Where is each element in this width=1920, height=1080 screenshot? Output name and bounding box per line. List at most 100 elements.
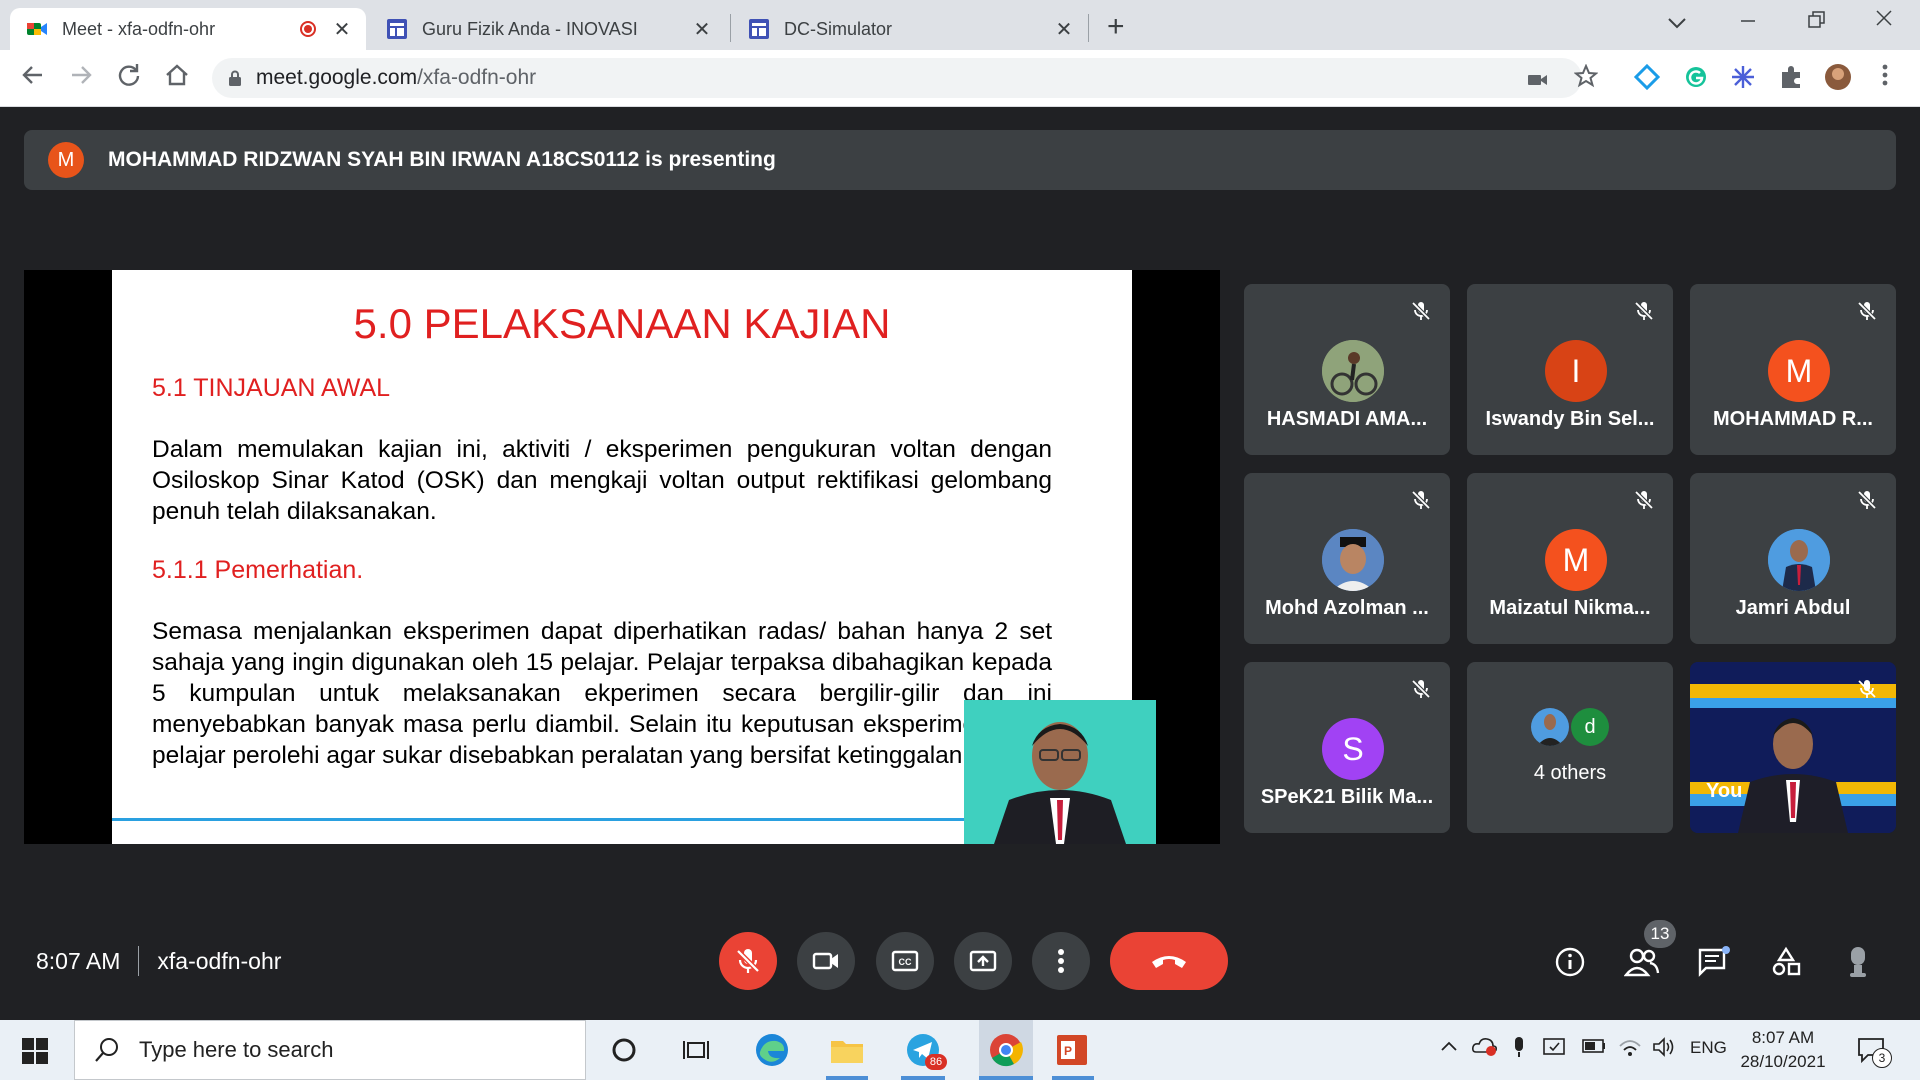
meeting-details: 8:07 AM xfa-odfn-ohr <box>36 946 281 976</box>
participant-avatar: M <box>1768 340 1830 402</box>
battery-icon[interactable] <box>1580 1038 1606 1059</box>
tab-guru-fizik[interactable]: Guru Fizik Anda - INOVASI ✕ <box>370 8 726 50</box>
others-avatar: d <box>1571 708 1609 746</box>
close-window-icon[interactable] <box>1874 8 1894 34</box>
wifi-icon[interactable] <box>1618 1036 1642 1063</box>
clock-date: 28/10/2021 <box>1740 1052 1826 1071</box>
tab-search-chevron-icon[interactable] <box>1667 10 1687 36</box>
volume-icon[interactable] <box>1652 1036 1676 1063</box>
extension-snowflake-icon[interactable] <box>1730 64 1756 90</box>
task-view-icon[interactable] <box>676 1032 716 1068</box>
reload-icon[interactable] <box>116 62 142 95</box>
url-text: meet.google.com/xfa-odfn-ohr <box>256 66 536 90</box>
muted-mic-icon <box>1634 490 1654 510</box>
chat-button[interactable] <box>1696 944 1732 980</box>
lock-icon <box>229 70 241 86</box>
cortana-icon[interactable] <box>604 1032 644 1068</box>
edge-browser-icon[interactable] <box>752 1032 792 1068</box>
system-clock[interactable]: 8:07 AM 28/10/2021 <box>1724 1026 1842 1074</box>
extensions-puzzle-icon[interactable] <box>1778 64 1804 90</box>
toggle-camera-button[interactable] <box>797 932 855 990</box>
participant-tile[interactable]: I Iswandy Bin Sel... <box>1467 284 1673 455</box>
close-tab-icon[interactable]: ✕ <box>1054 17 1074 42</box>
forward-arrow-icon[interactable] <box>68 62 94 95</box>
address-bar[interactable]: meet.google.com/xfa-odfn-ohr <box>212 58 1582 98</box>
telegram-icon[interactable]: 86 <box>903 1032 947 1070</box>
meeting-code: xfa-odfn-ohr <box>157 947 282 974</box>
people-button[interactable] <box>1624 944 1660 980</box>
google-meet-icon <box>27 23 47 35</box>
restore-window-icon[interactable] <box>1807 10 1827 36</box>
participant-tile[interactable]: M Maizatul Nikma... <box>1467 473 1673 644</box>
tab-meet[interactable]: Meet - xfa-odfn-ohr ✕ <box>10 8 366 50</box>
slide-paragraph: Semasa menjalankan eksperimen dapat dipe… <box>152 618 1052 769</box>
participant-tile[interactable]: M MOHAMMAD R... <box>1690 284 1896 455</box>
show-hidden-icons-chevron-icon[interactable] <box>1440 1038 1458 1058</box>
chrome-icon[interactable] <box>979 1020 1033 1080</box>
google-sites-icon <box>387 19 407 39</box>
profile-avatar[interactable] <box>1825 64 1851 90</box>
muted-mic-icon <box>1634 301 1654 321</box>
people-count-badge: 13 <box>1644 920 1676 948</box>
camera-in-use-icon[interactable] <box>1527 68 1549 94</box>
close-tab-icon[interactable]: ✕ <box>332 17 352 42</box>
browser-menu-dots-icon[interactable] <box>1880 62 1890 94</box>
taskbar-active-indicator <box>901 1076 945 1080</box>
participant-tile[interactable]: S SPeK21 Bilik Ma... <box>1244 662 1450 833</box>
windows-start-icon[interactable] <box>22 1038 48 1064</box>
svg-text:P: P <box>1064 1044 1072 1058</box>
toggle-mic-button[interactable] <box>719 932 777 990</box>
host-controls-button[interactable] <box>1840 944 1876 980</box>
participant-name: Iswandy Bin Sel... <box>1485 408 1655 430</box>
info-icon <box>1555 947 1585 977</box>
captions-button[interactable]: CC <box>876 932 934 990</box>
new-tab-plus-icon[interactable]: + <box>1107 10 1125 44</box>
divider <box>138 946 140 976</box>
people-icon <box>1624 948 1660 977</box>
browser-tab-strip: Meet - xfa-odfn-ohr ✕ Guru Fizik Anda - … <box>0 0 1920 50</box>
present-screen-icon <box>969 950 997 972</box>
participant-avatar: M <box>1545 529 1607 591</box>
video-camera-icon <box>812 952 838 970</box>
self-video-tile[interactable]: You <box>1690 662 1896 833</box>
participant-tile[interactable]: Mohd Azolman ... <box>1244 473 1450 644</box>
present-now-button[interactable] <box>954 932 1012 990</box>
tab-dc-simulator[interactable]: DC-Simulator ✕ <box>732 8 1088 50</box>
notifications-icon[interactable]: 3 <box>1856 1036 1892 1069</box>
hang-up-icon <box>1152 956 1186 968</box>
input-language[interactable]: ENG <box>1690 1038 1727 1058</box>
activities-button[interactable] <box>1768 944 1804 980</box>
powerpoint-icon[interactable]: P <box>1052 1032 1092 1068</box>
lock-person-icon <box>1850 947 1866 977</box>
meeting-info-button[interactable] <box>1552 944 1588 980</box>
close-tab-icon[interactable]: ✕ <box>692 17 712 42</box>
telegram-unread-badge: 86 <box>925 1054 947 1070</box>
presenter-figure <box>994 722 1126 844</box>
url-domain: meet.google.com <box>256 66 418 89</box>
muted-mic-icon <box>1857 490 1877 510</box>
participant-name: Maizatul Nikma... <box>1489 597 1651 619</box>
others-label: 4 others <box>1533 762 1607 784</box>
home-icon[interactable] <box>164 62 190 95</box>
google-sites-icon <box>749 19 769 39</box>
extension-grammar-icon[interactable] <box>1683 64 1709 90</box>
bookmark-star-icon[interactable] <box>1573 63 1599 94</box>
more-options-button[interactable] <box>1032 932 1090 990</box>
file-explorer-icon[interactable] <box>827 1032 867 1068</box>
others-tile[interactable]: d 4 others <box>1467 662 1673 833</box>
participant-name: Jamri Abdul <box>1735 597 1851 619</box>
microphone-tray-icon[interactable] <box>1512 1036 1526 1063</box>
tab-title: Guru Fizik Anda - INOVASI <box>422 18 638 39</box>
minimize-window-icon[interactable] <box>1738 8 1758 34</box>
presenting-text: MOHAMMAD RIDZWAN SYAH BIN IRWAN A18CS011… <box>108 148 776 171</box>
onedrive-error-icon[interactable] <box>1472 1036 1498 1061</box>
back-arrow-icon[interactable] <box>20 62 46 95</box>
security-tray-icon[interactable] <box>1542 1036 1568 1063</box>
taskbar-active-indicator <box>979 1076 1033 1080</box>
leave-call-button[interactable] <box>1110 932 1228 990</box>
extension-diamond-icon[interactable] <box>1634 64 1660 90</box>
taskbar-search-box[interactable]: Type here to search <box>74 1020 586 1080</box>
participant-tile[interactable]: Jamri Abdul <box>1690 473 1896 644</box>
participant-tile[interactable]: HASMADI AMA... <box>1244 284 1450 455</box>
muted-mic-icon <box>1411 490 1431 510</box>
